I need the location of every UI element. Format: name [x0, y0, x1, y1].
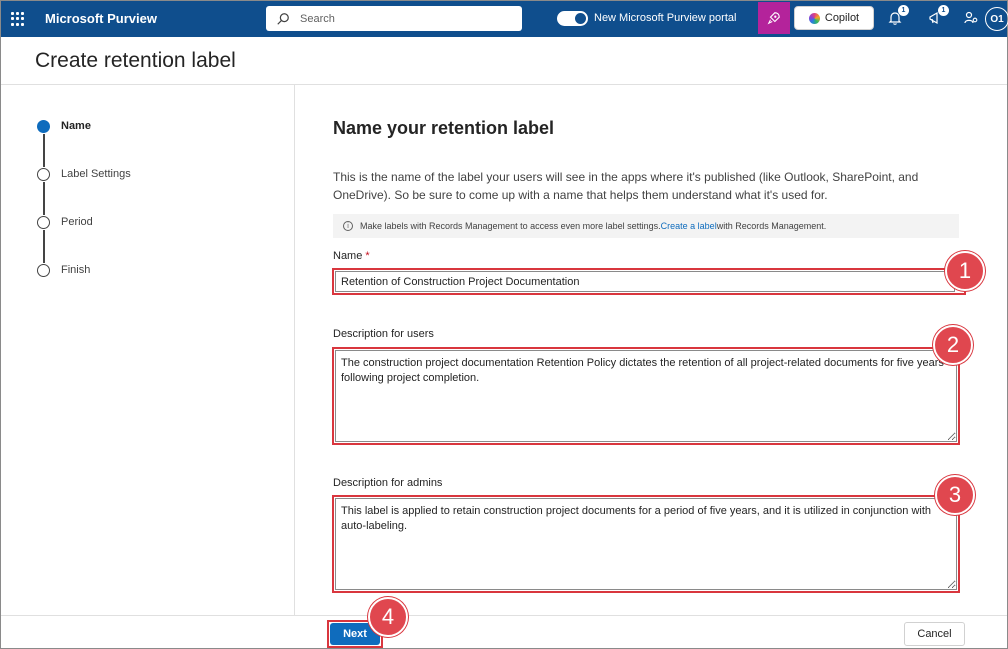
copilot-icon	[808, 12, 820, 24]
info-text-after: with Records Management.	[716, 221, 827, 231]
name-label-text: Name	[333, 250, 363, 262]
step-connector	[43, 182, 45, 215]
step-current-icon	[37, 120, 50, 133]
step-label: Finish	[61, 264, 91, 276]
section-intro: This is the name of the label your users…	[333, 170, 919, 202]
step-pending-icon	[37, 216, 50, 229]
whats-new-badge: 1	[938, 5, 949, 16]
step-name[interactable]: Name	[37, 119, 131, 167]
info-icon: i	[343, 221, 353, 231]
app-title[interactable]: Microsoft Purview	[45, 11, 157, 26]
info-text-before: Make labels with Records Management to a…	[360, 221, 661, 231]
search-input[interactable]	[300, 12, 500, 25]
desc-admins-label: Description for admins	[333, 477, 443, 489]
rocket-icon	[767, 12, 780, 25]
copilot-label: Copilot	[824, 12, 860, 24]
new-portal-toggle[interactable]	[557, 11, 588, 26]
desc-users-textarea[interactable]: The construction project documentation R…	[335, 350, 957, 442]
step-pending-icon	[37, 168, 50, 181]
wizard-steps: Name Label Settings Period Finish	[37, 119, 131, 311]
step-connector	[43, 134, 45, 167]
step-label-settings[interactable]: Label Settings	[37, 167, 131, 215]
desc-users-label: Description for users	[333, 328, 434, 340]
notifications-button[interactable]: 1	[887, 5, 909, 26]
create-label-link[interactable]: Create a label	[661, 221, 717, 231]
header-divider	[1, 84, 1007, 85]
avatar[interactable]: O1	[985, 7, 1008, 31]
cancel-button[interactable]: Cancel	[904, 622, 965, 646]
step-period[interactable]: Period	[37, 215, 131, 263]
footer-divider	[1, 615, 1007, 616]
extension-button[interactable]	[758, 2, 790, 34]
desc-admins-textarea[interactable]: This label is applied to retain construc…	[335, 498, 957, 590]
step-label: Label Settings	[61, 168, 131, 180]
callout-4: 4	[368, 597, 408, 637]
required-mark: *	[365, 250, 370, 262]
name-input[interactable]	[335, 271, 955, 292]
org-settings-button[interactable]	[963, 10, 979, 26]
people-settings-icon	[964, 11, 978, 24]
top-bar: Microsoft Purview New Microsoft Purview …	[1, 1, 1008, 37]
whats-new-button[interactable]: 1	[927, 5, 949, 26]
step-label: Name	[61, 120, 91, 132]
callout-3: 3	[935, 475, 975, 515]
notifications-badge: 1	[898, 5, 909, 16]
page-title: Create retention label	[35, 49, 236, 72]
search-icon	[277, 12, 289, 25]
section-title: Name your retention label	[333, 118, 555, 138]
step-finish[interactable]: Finish	[37, 263, 131, 311]
copilot-button[interactable]: Copilot	[794, 6, 874, 30]
step-label: Period	[61, 216, 93, 228]
callout-2: 2	[933, 325, 973, 365]
info-message-bar: i Make labels with Records Management to…	[333, 214, 959, 238]
name-field-label: Name *	[333, 250, 370, 262]
new-portal-toggle-label: New Microsoft Purview portal	[594, 12, 737, 24]
search-box[interactable]	[266, 6, 522, 31]
step-pending-icon	[37, 264, 50, 277]
step-connector	[43, 230, 45, 263]
steps-divider	[294, 85, 295, 615]
app-launcher-icon[interactable]	[11, 12, 25, 26]
callout-1: 1	[945, 251, 985, 291]
